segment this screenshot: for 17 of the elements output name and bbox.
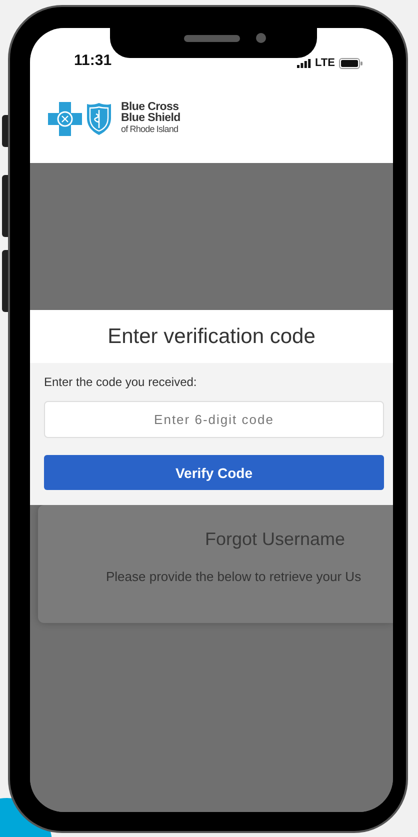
- shield-logo-icon: [86, 102, 112, 136]
- battery-icon: [339, 58, 363, 68]
- cross-logo-icon: [48, 102, 82, 136]
- card-title: Forgot Username: [204, 529, 346, 550]
- logo-text: Blue Shield: [121, 113, 180, 124]
- logo-text: of Rhode Island: [121, 124, 180, 135]
- modal-title: Enter verification code: [106, 324, 316, 350]
- status-time: 11:31: [74, 52, 112, 69]
- speaker-icon: [184, 35, 240, 42]
- field-label: Enter the code you received:: [44, 375, 198, 389]
- logo-text: Blue Cross: [121, 102, 179, 113]
- camera-icon: [256, 33, 266, 43]
- verify-code-button[interactable]: Verify Code: [44, 455, 384, 490]
- code-input-field[interactable]: Enter 6-digit code: [44, 401, 384, 438]
- card-text: Please provide the below to retrieve your Us: [105, 569, 362, 584]
- network-label: LTE: [315, 57, 335, 69]
- signal-icon: [297, 58, 312, 68]
